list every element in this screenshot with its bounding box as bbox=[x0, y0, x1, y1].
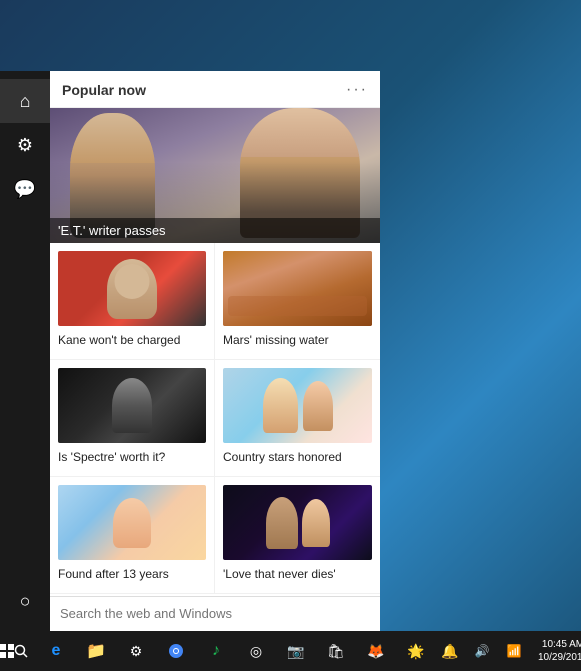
clock-time: 10:45 AM bbox=[538, 638, 581, 651]
taskbar-volume-icon[interactable]: 🔊 bbox=[468, 631, 496, 671]
taskbar-ie-icon[interactable]: e bbox=[36, 631, 76, 671]
news-search-bar bbox=[50, 596, 380, 631]
firefox-icon: 🦊 bbox=[367, 643, 384, 660]
taskbar-camera-icon[interactable]: 📷 bbox=[276, 631, 316, 671]
news-search-input[interactable] bbox=[60, 606, 370, 621]
start-menu: ⌂ ⚙ 💬 ○ bbox=[0, 71, 50, 631]
story-thumbnail-kane bbox=[58, 251, 206, 326]
spotify-icon: ♪ bbox=[212, 642, 220, 660]
story-thumbnail-boy bbox=[58, 485, 206, 560]
story-thumbnail-spectre bbox=[58, 368, 206, 443]
story-item-mars[interactable]: Mars' missing water bbox=[215, 243, 380, 360]
news-content: 'E.T.' writer passes bbox=[50, 108, 380, 596]
mars-thumbnail-image bbox=[223, 251, 372, 326]
store-icon: 🛍 bbox=[327, 643, 345, 660]
chrome-icon bbox=[168, 643, 184, 659]
story-label-boy: Found after 13 years bbox=[58, 567, 169, 581]
taskbar-firefox-icon[interactable]: 🦊 bbox=[356, 631, 396, 671]
story-label-neverdies: 'Love that never dies' bbox=[223, 567, 336, 581]
news-panel: Popular now ··· 'E.T.' writer passes bbox=[50, 71, 380, 631]
hockey-thumbnail-image bbox=[58, 251, 206, 326]
story-label-country: Country stars honored bbox=[223, 450, 342, 464]
sidebar-item-home[interactable]: ⌂ bbox=[0, 79, 50, 123]
extra-app-icon: 🌟 bbox=[407, 643, 424, 660]
taskbar-settings-icon[interactable]: ⚙ bbox=[116, 631, 156, 671]
taskbar-store-icon[interactable]: 🛍 bbox=[316, 631, 356, 671]
taskbar-search-icon[interactable] bbox=[14, 631, 28, 671]
windows-logo-icon bbox=[0, 644, 14, 658]
volume-icon: 🔊 bbox=[475, 644, 490, 658]
explorer-icon: 📁 bbox=[86, 641, 106, 661]
camera-icon: 📷 bbox=[287, 643, 304, 660]
story-item-kane[interactable]: Kane won't be charged bbox=[50, 243, 215, 360]
groove-icon: ◎ bbox=[250, 643, 262, 660]
story-thumbnail-mars bbox=[223, 251, 372, 326]
taskbar-app-icons: e 📁 ⚙ ♪ ◎ 📷 bbox=[36, 631, 436, 671]
taskbar-extra-icon[interactable]: 🌟 bbox=[396, 631, 436, 671]
search-icon bbox=[14, 644, 28, 658]
network-icon: 📶 bbox=[507, 644, 522, 658]
taskbar-notification-icon[interactable]: 🔔 bbox=[436, 631, 464, 671]
taskbar: e 📁 ⚙ ♪ ◎ 📷 bbox=[0, 631, 581, 671]
taskbar-spotify-icon[interactable]: ♪ bbox=[196, 631, 236, 671]
taskbar-chrome-icon[interactable] bbox=[156, 631, 196, 671]
hero-caption: 'E.T.' writer passes bbox=[50, 218, 380, 243]
home-icon: ⌂ bbox=[20, 91, 31, 112]
cortana-icon: ○ bbox=[20, 591, 31, 612]
story-item-boy[interactable]: Found after 13 years bbox=[50, 477, 215, 594]
story-item-neverdies[interactable]: 'Love that never dies' bbox=[215, 477, 380, 594]
story-thumbnail-country bbox=[223, 368, 372, 443]
story-label-spectre: Is 'Spectre' worth it? bbox=[58, 450, 165, 464]
settings-icon: ⚙ bbox=[17, 135, 33, 156]
feedback-icon: 💬 bbox=[14, 179, 36, 200]
story-label-kane: Kane won't be charged bbox=[58, 333, 180, 347]
taskbar-clock[interactable]: 10:45 AM 10/29/2015 bbox=[532, 638, 581, 664]
taskbar-network-icon[interactable]: 📶 bbox=[500, 631, 528, 671]
country-thumbnail-image bbox=[223, 368, 372, 443]
news-panel-title: Popular now bbox=[62, 82, 146, 98]
hero-story[interactable]: 'E.T.' writer passes bbox=[50, 108, 380, 243]
clock-date: 10/29/2015 bbox=[538, 651, 581, 664]
settings-gear-icon: ⚙ bbox=[130, 643, 143, 660]
boy-thumbnail-image bbox=[58, 485, 206, 560]
start-button[interactable] bbox=[0, 631, 14, 671]
news-more-button[interactable]: ··· bbox=[346, 81, 368, 99]
story-item-spectre[interactable]: Is 'Spectre' worth it? bbox=[50, 360, 215, 477]
taskbar-explorer-icon[interactable]: 📁 bbox=[76, 631, 116, 671]
story-label-mars: Mars' missing water bbox=[223, 333, 329, 347]
desktop: ⌂ ⚙ 💬 ○ Popular now ··· bbox=[0, 0, 581, 671]
notification-bell-icon: 🔔 bbox=[441, 643, 458, 660]
taskbar-right: 🔔 🔊 📶 10:45 AM 10/29/2015 bbox=[436, 631, 581, 671]
taskbar-groove-icon[interactable]: ◎ bbox=[236, 631, 276, 671]
story-thumbnail-neverdies bbox=[223, 485, 372, 560]
news-header: Popular now ··· bbox=[50, 71, 380, 108]
ie-logo: e bbox=[52, 642, 61, 660]
sidebar-item-cortana[interactable]: ○ bbox=[0, 579, 50, 623]
neverdies-thumbnail-image bbox=[223, 485, 372, 560]
stories-grid: Kane won't be charged Mars' missing wate… bbox=[50, 243, 380, 594]
story-item-country[interactable]: Country stars honored bbox=[215, 360, 380, 477]
sidebar-item-settings[interactable]: ⚙ bbox=[0, 123, 50, 167]
spectre-thumbnail-image bbox=[58, 368, 206, 443]
sidebar-item-feedback[interactable]: 💬 bbox=[0, 167, 50, 211]
